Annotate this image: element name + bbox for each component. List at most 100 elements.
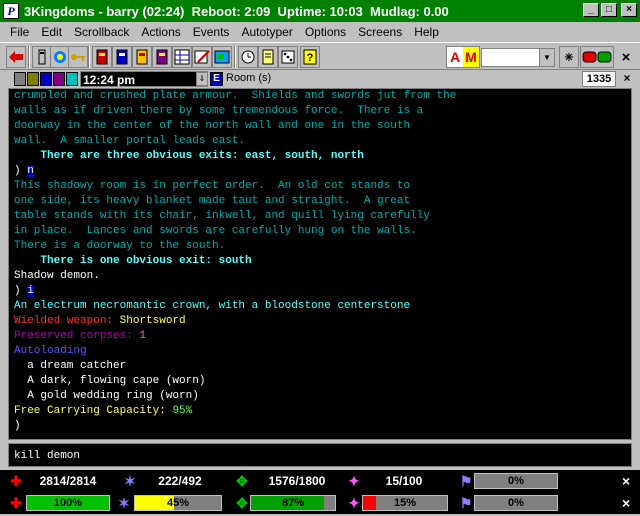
map-icon[interactable] xyxy=(212,46,232,68)
prompt-prefix: ) xyxy=(14,165,28,177)
terminal-line: wall. A smaller portal leads east. xyxy=(14,135,246,147)
status-close-icon[interactable]: × xyxy=(620,72,634,86)
profile-combo[interactable]: ▼ xyxy=(481,48,555,67)
menu-file[interactable]: File xyxy=(4,25,35,39)
menu-events[interactable]: Events xyxy=(187,25,236,39)
xp-value: 15/100 xyxy=(385,474,423,488)
sp-magic-icon: ✶ xyxy=(118,495,130,511)
connect-icon[interactable] xyxy=(32,46,52,68)
terminal-line: ) i xyxy=(14,284,631,299)
hp-bar: 100% xyxy=(26,495,110,511)
swatch-purple-icon[interactable] xyxy=(53,72,65,86)
target-percent-bar: 0% xyxy=(474,495,558,511)
menu-help[interactable]: Help xyxy=(408,25,445,39)
auto-a-label[interactable]: A xyxy=(447,47,463,67)
terminal-line: Wielded weapon: Shortsword xyxy=(14,314,631,329)
terminal-line: ) xyxy=(14,420,21,432)
menu-autotyper[interactable]: Autotyper xyxy=(235,25,298,39)
maximize-button[interactable]: □ xyxy=(601,3,617,17)
stats-bar-percents: ✚ 100% ✶ 45% ✥ 87% ✦ 15% ⚑ 0% × xyxy=(0,492,640,514)
reconnect-icon[interactable] xyxy=(50,46,70,68)
menu-edit[interactable]: Edit xyxy=(35,25,68,39)
clock-icon[interactable] xyxy=(238,46,258,68)
notepad-icon[interactable] xyxy=(258,46,278,68)
xp-star-icon: ✦ xyxy=(348,495,360,511)
prompt-prefix: ) xyxy=(14,285,28,297)
minimize-button[interactable]: _ xyxy=(583,3,599,17)
grid-icon[interactable] xyxy=(172,46,192,68)
help-icon[interactable]: ? xyxy=(300,46,320,68)
sp-value: 222/492 xyxy=(158,474,202,488)
app-icon[interactable]: P xyxy=(3,3,19,19)
terminal-line: Autoloading xyxy=(14,345,87,357)
swatch-blue-icon[interactable] xyxy=(40,72,52,86)
swatch-olive-icon[interactable] xyxy=(27,72,39,86)
room-edit-icon[interactable]: E xyxy=(210,72,223,86)
key-icon[interactable] xyxy=(68,46,88,68)
command-input[interactable]: kill demon xyxy=(8,443,632,467)
terminal-line: An electrum necromantic crown, with a bl… xyxy=(14,300,411,312)
line-counter: 1335 xyxy=(582,71,616,87)
terminal-line: A dark, flowing cape (worn) xyxy=(14,375,206,387)
back-arrow-icon[interactable] xyxy=(6,46,26,68)
pencil-icon[interactable] xyxy=(192,46,212,68)
clock-dropdown-icon[interactable]: ⇓ xyxy=(196,72,208,86)
prompt-command: n xyxy=(27,165,34,177)
swatch-cyan-icon[interactable] xyxy=(66,72,78,86)
stats-close-icon[interactable]: × xyxy=(622,495,636,511)
target-icon: ⚑ xyxy=(459,473,473,489)
book-red-icon[interactable] xyxy=(92,46,112,68)
sp-bar-label: 45% xyxy=(166,497,190,509)
menu-screens[interactable]: Screens xyxy=(352,25,408,39)
swatch-gray-icon[interactable] xyxy=(14,72,26,86)
terminal-line: Shadow demon. xyxy=(14,270,100,282)
terminal-text-segment: Free Carrying Capacity: xyxy=(14,405,173,417)
ep-compass-icon: ✥ xyxy=(236,495,248,511)
xp-bar: 15% xyxy=(362,495,448,511)
window-title: 3Kingdoms - barry (02:24) Reboot: 2:09 U… xyxy=(24,3,449,19)
target-icon: ⚑ xyxy=(459,495,473,511)
svg-text:?: ? xyxy=(307,52,314,64)
title-bar: P 3Kingdoms - barry (02:24) Reboot: 2:09… xyxy=(0,0,640,22)
book-yellow-icon[interactable] xyxy=(132,46,152,68)
xp-bar-label: 15% xyxy=(393,497,417,509)
ep-bar-label: 87% xyxy=(281,497,305,509)
status-row: 12:24 pm ⇓ E Room (s) 1335 × xyxy=(0,70,640,88)
prompt-command: i xyxy=(27,285,34,297)
hp-value: 2814/2814 xyxy=(39,474,97,488)
target-bar: 0% xyxy=(474,473,558,489)
chevron-down-icon[interactable]: ▼ xyxy=(539,49,554,66)
terminal-text-segment: Preserved corpses: xyxy=(14,330,140,342)
terminal-line: table stands with its chair, inkwell, an… xyxy=(14,210,430,222)
menu-options[interactable]: Options xyxy=(299,25,352,39)
menu-bar: File Edit Scrollback Actions Events Auto… xyxy=(0,22,640,42)
terminal-line: ) n xyxy=(14,164,631,179)
sp-magic-icon: ✶ xyxy=(124,473,136,489)
menu-actions[interactable]: Actions xyxy=(135,25,186,39)
star-icon[interactable]: ✳ xyxy=(559,46,579,68)
book-blue-icon[interactable] xyxy=(112,46,132,68)
record-icon[interactable] xyxy=(580,46,614,68)
dice-icon[interactable] xyxy=(278,46,298,68)
ep-bar: 87% xyxy=(250,495,336,511)
terminal-text-segment: 1 xyxy=(139,330,147,342)
book-purple-icon[interactable] xyxy=(152,46,172,68)
terminal-line: in place. Lances and swords are carefull… xyxy=(14,225,417,237)
terminal-output[interactable]: crumpled and crushed plate armour. Shiel… xyxy=(8,88,632,440)
close-button[interactable]: × xyxy=(621,3,637,17)
terminal-line: There are three obvious exits: east, sou… xyxy=(14,150,364,162)
toolbar-close-icon[interactable]: × xyxy=(617,46,635,68)
stats-close-icon[interactable]: × xyxy=(622,473,636,489)
toolbar-separator xyxy=(88,46,90,68)
terminal-line: one side, its heavy blanket made taut an… xyxy=(14,195,411,207)
menu-scrollback[interactable]: Scrollback xyxy=(68,25,135,39)
auto-m-label[interactable]: M xyxy=(463,47,479,67)
terminal-line: walls as if driven there by some tremend… xyxy=(14,105,424,117)
terminal-text-segment: Shortsword xyxy=(119,315,186,327)
hp-bar-label: 100% xyxy=(53,497,83,509)
terminal-line: There is a doorway to the south. xyxy=(14,240,226,252)
terminal-line: There is one obvious exit: south xyxy=(14,255,252,267)
terminal-line: doorway in the center of the north wall … xyxy=(14,120,411,132)
sp-bar: 45% xyxy=(134,495,222,511)
auto-mode-toggle[interactable]: A M xyxy=(446,46,480,68)
